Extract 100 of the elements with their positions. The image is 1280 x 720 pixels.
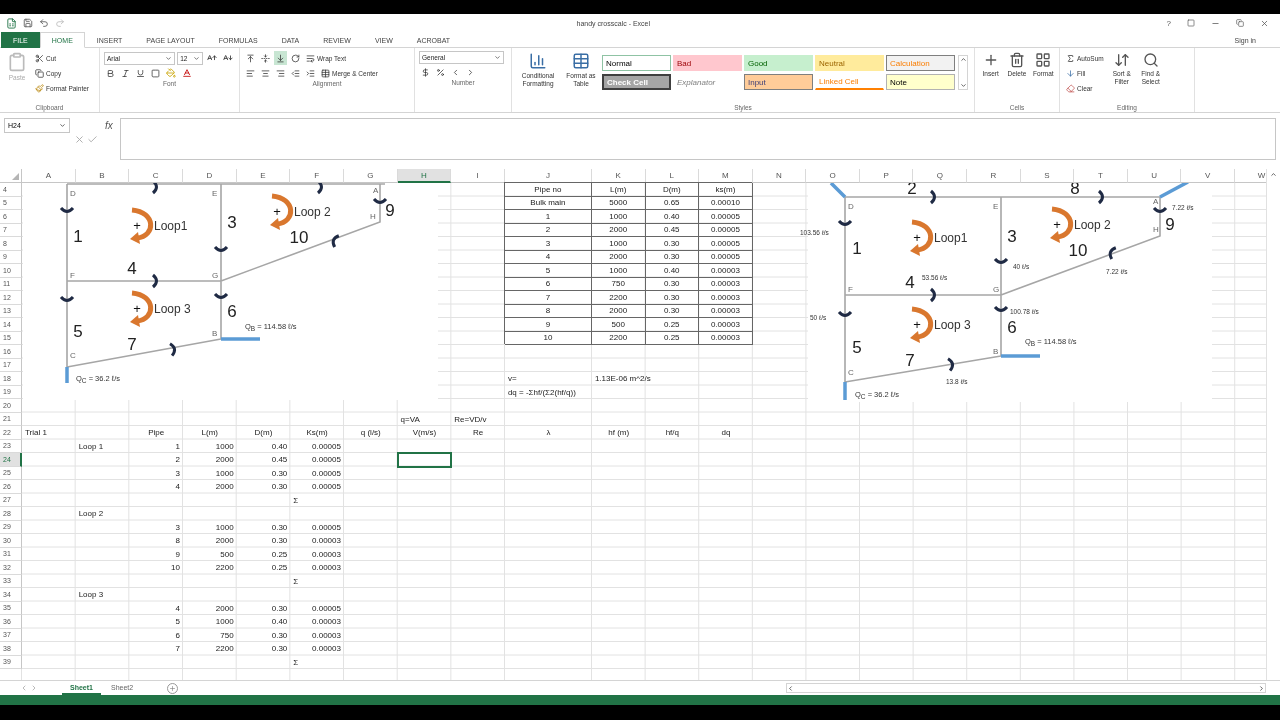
- column-header[interactable]: G: [343, 169, 398, 183]
- align-button[interactable]: [244, 51, 257, 65]
- spreadsheet-cell[interactable]: Σ: [290, 493, 344, 507]
- spreadsheet-cell[interactable]: 10: [129, 561, 183, 575]
- table-cell[interactable]: 1000: [591, 264, 646, 278]
- spreadsheet-cell[interactable]: 0.30: [236, 642, 291, 656]
- spreadsheet-cell[interactable]: 0.00005: [290, 601, 344, 615]
- align-button[interactable]: [259, 51, 272, 65]
- table-cell[interactable]: 0.40: [645, 210, 700, 224]
- spreadsheet-cell[interactable]: 0.00003: [290, 642, 344, 656]
- spreadsheet-cell[interactable]: 0.30: [236, 480, 291, 494]
- table-cell[interactable]: 0.00010: [699, 196, 753, 210]
- table-cell[interactable]: 0.00003: [699, 331, 753, 345]
- spreadsheet-cell[interactable]: hf (m): [591, 426, 646, 440]
- table-cell[interactable]: 2000: [591, 250, 646, 264]
- cell-style[interactable]: Neutral: [815, 55, 884, 71]
- spreadsheet-cell[interactable]: 0.30: [236, 466, 291, 480]
- table-cell[interactable]: 4: [504, 250, 592, 264]
- spreadsheet-cell[interactable]: [397, 453, 452, 467]
- table-cell[interactable]: 0.30: [645, 304, 700, 318]
- spreadsheet-cell[interactable]: Loop 2: [75, 507, 130, 521]
- spreadsheet-cell[interactable]: 1: [129, 439, 183, 453]
- spreadsheet-cell[interactable]: 0.30: [236, 520, 291, 534]
- spreadsheet-cell[interactable]: D(m): [236, 426, 291, 440]
- spreadsheet-cell[interactable]: 4: [129, 480, 183, 494]
- column-header[interactable]: N: [752, 169, 807, 183]
- spreadsheet-cell[interactable]: 3: [129, 520, 183, 534]
- table-cell[interactable]: 0.00005: [699, 210, 753, 224]
- table-cell[interactable]: 0.25: [645, 331, 700, 345]
- spreadsheet-cell[interactable]: 500: [182, 547, 237, 561]
- spreadsheet-cell[interactable]: q (l/s): [343, 426, 398, 440]
- table-cell[interactable]: 0.25: [645, 318, 700, 332]
- spreadsheet-cell[interactable]: 2200: [182, 642, 237, 656]
- spreadsheet-cell[interactable]: Re: [451, 426, 505, 440]
- fill-color-button[interactable]: [164, 66, 178, 80]
- table-cell[interactable]: Pipe no: [504, 183, 592, 197]
- table-cell[interactable]: 0.00003: [699, 291, 753, 305]
- table-cell[interactable]: 0.45: [645, 223, 700, 237]
- cell-style[interactable]: Input: [744, 74, 813, 90]
- table-cell[interactable]: ks(m): [699, 183, 753, 197]
- table-cell[interactable]: 0.00003: [699, 277, 753, 291]
- table-cell[interactable]: 0.00003: [699, 318, 753, 332]
- column-header[interactable]: T: [1074, 169, 1128, 183]
- table-cell[interactable]: 500: [591, 318, 646, 332]
- spreadsheet-cell[interactable]: dq: [699, 426, 753, 440]
- column-header[interactable]: Q: [913, 169, 968, 183]
- column-header[interactable]: H: [397, 169, 452, 183]
- table-cell[interactable]: 0.40: [645, 264, 700, 278]
- column-header[interactable]: F: [290, 169, 344, 183]
- column-header[interactable]: R: [967, 169, 1021, 183]
- help-button[interactable]: ?: [1161, 15, 1176, 31]
- table-cell[interactable]: 2000: [591, 304, 646, 318]
- table-cell[interactable]: 7: [504, 291, 592, 305]
- spreadsheet-cell[interactable]: 0.25: [236, 547, 291, 561]
- spreadsheet-cell[interactable]: 2000: [182, 534, 237, 548]
- spreadsheet-cell[interactable]: 0.30: [236, 534, 291, 548]
- table-cell[interactable]: 0.00005: [699, 250, 753, 264]
- orientation-button[interactable]: [289, 51, 302, 65]
- spreadsheet-cell[interactable]: 7: [129, 642, 183, 656]
- table-cell[interactable]: 2200: [591, 331, 646, 345]
- spreadsheet-cell[interactable]: Loop 1: [75, 439, 130, 453]
- column-header[interactable]: U: [1127, 169, 1182, 183]
- spreadsheet-cell[interactable]: 0.00005: [290, 480, 344, 494]
- table-cell[interactable]: 0.30: [645, 291, 700, 305]
- spreadsheet-cell[interactable]: 0.00003: [290, 615, 344, 629]
- table-cell[interactable]: 0.30: [645, 237, 700, 251]
- table-cell[interactable]: 5: [504, 264, 592, 278]
- table-cell[interactable]: 0.30: [645, 277, 700, 291]
- spreadsheet-cell[interactable]: 0.00005: [290, 520, 344, 534]
- table-cell[interactable]: 6: [504, 277, 592, 291]
- spreadsheet-cell[interactable]: 1.13E-06 m^2/s: [591, 372, 700, 386]
- spreadsheet-cell[interactable]: 1000: [182, 466, 237, 480]
- column-header[interactable]: I: [451, 169, 505, 183]
- spreadsheet-cell[interactable]: 6: [129, 628, 183, 642]
- gallery-scroll[interactable]: [958, 55, 968, 90]
- table-cell[interactable]: 5000: [591, 196, 646, 210]
- spreadsheet-cell[interactable]: 1000: [182, 520, 237, 534]
- undo-icon[interactable]: [39, 18, 49, 28]
- spreadsheet-cell[interactable]: 0.30: [236, 628, 291, 642]
- spreadsheet-cell[interactable]: hf/q: [645, 426, 700, 440]
- insert-function-button[interactable]: fx: [102, 118, 116, 133]
- spreadsheet-cell[interactable]: 2000: [182, 453, 237, 467]
- spreadsheet-cell[interactable]: Trial 1: [22, 426, 76, 440]
- table-cell[interactable]: 1000: [591, 210, 646, 224]
- spreadsheet-cell[interactable]: 0.40: [236, 615, 291, 629]
- table-cell[interactable]: L(m): [591, 183, 646, 197]
- spreadsheet-cell[interactable]: 750: [182, 628, 237, 642]
- add-sheet-button[interactable]: [167, 682, 179, 694]
- column-header[interactable]: M: [699, 169, 753, 183]
- spreadsheet-cell[interactable]: 3: [129, 466, 183, 480]
- spreadsheet-cell[interactable]: 2000: [182, 480, 237, 494]
- table-cell[interactable]: 0.00005: [699, 223, 753, 237]
- enter-icon[interactable]: [87, 133, 98, 145]
- next-sheet-icon[interactable]: [30, 684, 38, 692]
- column-header[interactable]: O: [806, 169, 860, 183]
- spreadsheet-cell[interactable]: 0.00003: [290, 628, 344, 642]
- spreadsheet-cell[interactable]: 2: [129, 453, 183, 467]
- spreadsheet-cell[interactable]: 0.00003: [290, 547, 344, 561]
- spreadsheet-cell[interactable]: V(m/s): [397, 426, 452, 440]
- spreadsheet-cell[interactable]: dq = -Σhf/(Σ2(hf/q)): [504, 385, 646, 399]
